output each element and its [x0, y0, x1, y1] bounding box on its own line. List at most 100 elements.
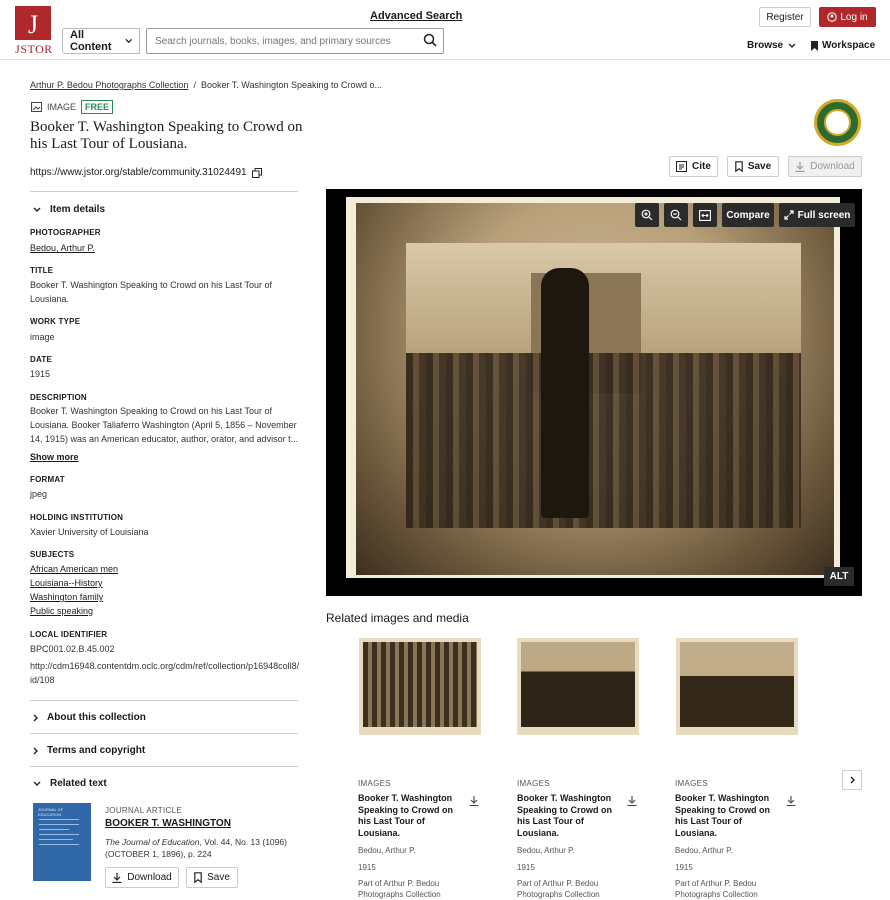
download-icon	[112, 872, 122, 883]
journal-thumbnail-title: JOURNAL OF EDUCATION	[38, 807, 64, 817]
photo-mount	[346, 197, 840, 578]
fit-button[interactable]	[693, 203, 717, 227]
fit-screen-icon	[699, 209, 711, 221]
title-value: Booker T. Washington Speaking to Crowd o…	[30, 280, 272, 304]
login-label: Log in	[840, 11, 868, 23]
divider	[30, 700, 298, 701]
fullscreen-label: Full screen	[797, 209, 851, 221]
local-url-value: http://cdm16948.contentdm.oclc.org/cdm/r…	[30, 661, 300, 685]
related-save-button[interactable]: Save	[186, 867, 238, 888]
jstor-logo[interactable]: J JSTOR	[15, 6, 53, 56]
format-value: jpeg	[30, 489, 48, 499]
search-box	[146, 28, 444, 54]
browse-menu[interactable]: Browse	[747, 40, 796, 51]
journal-thumbnail[interactable]: JOURNAL OF EDUCATION	[33, 803, 91, 881]
expand-icon	[783, 210, 794, 220]
card-type: IMAGES	[358, 779, 391, 788]
viewer-toolbar: Compare Full screen	[635, 203, 855, 227]
user-icon	[827, 12, 838, 22]
compare-button[interactable]: Compare	[722, 203, 774, 227]
search-input[interactable]	[147, 29, 407, 53]
work-type-label: WORK TYPE	[30, 317, 81, 326]
local-identifier-value: BPC001.02.B.45.002	[30, 644, 115, 654]
subject-link[interactable]: Louisiana--History	[30, 576, 300, 590]
search-icon[interactable]	[423, 33, 437, 47]
related-text-toggle[interactable]: Related text	[30, 778, 107, 789]
description-value: Booker T. Washington Speaking to Crowd o…	[30, 406, 299, 444]
breadcrumb-collection-link[interactable]: Arthur P. Bedou Photographs Collection	[30, 80, 188, 90]
download-button[interactable]: Download	[788, 156, 862, 177]
card-author: Bedou, Arthur P.	[358, 846, 416, 855]
date-value: 1915	[30, 369, 51, 379]
holding-institution-label: HOLDING INSTITUTION	[30, 513, 124, 522]
jstor-logo-mark: J	[15, 6, 51, 40]
save-button[interactable]: Save	[727, 156, 779, 177]
terms-toggle[interactable]: Terms and copyright	[30, 745, 145, 756]
card-part-of: Part of Arthur P. Bedou Photographs Coll…	[517, 879, 600, 899]
about-collection-toggle[interactable]: About this collection	[30, 712, 146, 723]
related-download-button[interactable]: Download	[105, 867, 179, 888]
zoom-out-button[interactable]	[664, 203, 688, 227]
chevron-right-icon	[33, 747, 38, 754]
content-type-select[interactable]: All Content	[62, 28, 140, 54]
copy-icon[interactable]	[251, 167, 262, 178]
alt-text-button[interactable]: ALT	[824, 567, 854, 586]
card-title-link[interactable]: Booker T. Washington Speaking to Crowd o…	[675, 793, 775, 839]
related-thumbnail[interactable]	[359, 638, 481, 735]
about-collection-label: About this collection	[47, 712, 146, 723]
local-identifier-label: LOCAL IDENTIFIER	[30, 630, 108, 639]
card-date: 1915	[517, 863, 535, 872]
item-type-label: IMAGE	[47, 102, 77, 112]
login-button[interactable]: Log in	[819, 7, 876, 27]
institution-seal-logo	[814, 99, 861, 146]
download-label: Download	[810, 161, 855, 172]
card-type: IMAGES	[517, 779, 550, 788]
breadcrumb-current: Booker T. Washington Speaking to Crowd o…	[200, 80, 383, 90]
title-label: TITLE	[30, 266, 54, 275]
download-icon	[795, 161, 805, 172]
journal-name: The Journal of Education	[105, 837, 200, 847]
image-icon	[31, 102, 42, 112]
stable-url: https://www.jstor.org/stable/community.3…	[30, 167, 262, 178]
item-details-label: Item details	[50, 204, 106, 215]
browse-label: Browse	[747, 40, 784, 51]
photographer-link[interactable]: Bedou, Arthur P.	[30, 241, 300, 255]
divider	[30, 191, 298, 192]
card-part-of: Part of Arthur P. Bedou Photographs Coll…	[358, 879, 441, 899]
chevron-down-icon	[124, 38, 132, 44]
related-text-type: JOURNAL ARTICLE	[105, 806, 182, 815]
chevron-down-icon	[33, 207, 41, 212]
photographer-label: PHOTOGRAPHER	[30, 228, 101, 237]
fullscreen-button[interactable]: Full screen	[779, 203, 855, 227]
zoom-in-button[interactable]	[635, 203, 659, 227]
subject-link[interactable]: African American men	[30, 562, 300, 576]
item-details-toggle[interactable]: Item details	[30, 204, 105, 215]
related-images-heading: Related images and media	[326, 611, 469, 625]
workspace-label: Workspace	[822, 40, 876, 51]
image-viewer[interactable]: Compare Full screen ALT	[326, 189, 862, 596]
free-badge: FREE	[81, 100, 114, 114]
card-title-link[interactable]: Booker T. Washington Speaking to Crowd o…	[517, 793, 617, 839]
subject-link[interactable]: Washington family	[30, 590, 300, 604]
bookmark-icon	[194, 872, 202, 883]
workspace-link[interactable]: Workspace	[811, 40, 875, 51]
cite-button[interactable]: Cite	[669, 156, 718, 177]
related-thumbnail[interactable]	[676, 638, 798, 735]
register-button[interactable]: Register	[759, 7, 811, 27]
show-more-link[interactable]: Show more	[30, 450, 300, 464]
download-icon[interactable]	[627, 796, 637, 806]
related-save-label: Save	[207, 872, 230, 883]
download-icon[interactable]	[469, 796, 479, 806]
divider	[30, 766, 298, 767]
advanced-search-link[interactable]: Advanced Search	[370, 10, 462, 22]
related-thumbnail[interactable]	[517, 638, 639, 735]
subject-link[interactable]: Public speaking	[30, 604, 300, 618]
card-title-link[interactable]: Booker T. Washington Speaking to Crowd o…	[358, 793, 458, 839]
carousel-next-button[interactable]	[842, 770, 862, 790]
divider	[30, 733, 298, 734]
related-text-title-link[interactable]: BOOKER T. WASHINGTON	[105, 818, 231, 829]
zoom-in-icon	[641, 209, 653, 221]
related-download-label: Download	[127, 872, 172, 883]
download-icon[interactable]	[786, 796, 796, 806]
item-type-row: IMAGE FREE	[31, 100, 114, 114]
